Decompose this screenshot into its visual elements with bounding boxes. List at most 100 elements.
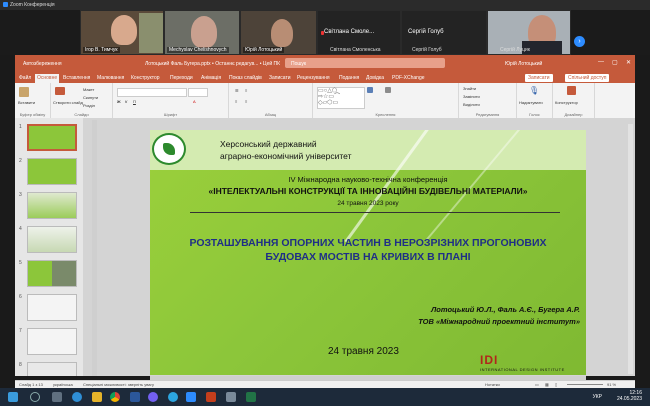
participant-strip-label: Сергій Голуб: [412, 47, 442, 53]
slide-thumbnail[interactable]: 7: [15, 326, 83, 356]
font-size-select[interactable]: [188, 88, 208, 97]
font-name-select[interactable]: [117, 88, 187, 97]
thumbnail-image: [27, 226, 77, 253]
background-shelf: [139, 13, 163, 53]
tab-home[interactable]: Основне: [35, 74, 60, 83]
microphone-icon[interactable]: 🎙: [529, 86, 539, 95]
tab-pdf-xchange[interactable]: PDF-XChange: [392, 75, 425, 81]
user-name[interactable]: Юрій Лотоцький: [505, 61, 542, 67]
tab-animations[interactable]: Анімація: [201, 75, 221, 81]
thumbnail-image: [27, 294, 77, 321]
slide-thumbnail[interactable]: 1: [15, 122, 83, 152]
participant-tile[interactable]: Mechyslav Chelishnovych: [164, 10, 240, 55]
tab-slideshow[interactable]: Показ слайдів: [229, 75, 262, 81]
chrome-icon[interactable]: [110, 392, 120, 402]
slide-thumbnail[interactable]: 8: [15, 360, 83, 376]
next-participants-button[interactable]: ›: [574, 36, 585, 47]
start-icon[interactable]: [8, 392, 18, 402]
group-label: Буфер обміну: [19, 112, 46, 117]
autosave-label[interactable]: Автозбереження: [23, 61, 62, 67]
excel-icon[interactable]: [246, 392, 256, 402]
new-slide-button[interactable]: [55, 87, 66, 95]
bold-button[interactable]: Ж: [117, 99, 121, 104]
participant-tile[interactable]: Ігор В. Тимчук: [80, 10, 164, 55]
slide-number: 2: [19, 158, 22, 164]
vertical-scrollbar[interactable]: [628, 124, 633, 374]
edge-icon[interactable]: [72, 392, 82, 402]
replace-button[interactable]: Замінити: [463, 94, 480, 99]
share-button[interactable]: Спільний доступ: [565, 74, 610, 82]
participant-strip-label: Світлана Смоленська: [330, 47, 381, 53]
record-button[interactable]: Записати: [525, 74, 553, 82]
viber-icon[interactable]: [148, 392, 158, 402]
minimize-button[interactable]: —: [598, 59, 604, 65]
settings-icon[interactable]: [226, 392, 236, 402]
zoom-logo-icon: [3, 2, 8, 8]
slide-thumbnail[interactable]: 5: [15, 258, 83, 288]
powerpoint-icon[interactable]: [206, 392, 216, 402]
arrange-button[interactable]: [367, 87, 374, 93]
conference-date: 24 травня 2023 року: [337, 200, 399, 207]
align-center-button[interactable]: ≡: [245, 99, 247, 104]
underline-button[interactable]: П: [133, 99, 136, 104]
tab-record[interactable]: Записати: [269, 75, 291, 81]
tab-transitions[interactable]: Переходи: [170, 75, 193, 81]
telegram-icon[interactable]: [168, 392, 178, 402]
task-view-icon[interactable]: [52, 392, 62, 402]
search-box[interactable]: Пошук: [285, 58, 445, 68]
slide-number: 3: [19, 192, 22, 198]
tab-review[interactable]: Рецензування: [297, 75, 330, 81]
participant-tile[interactable]: Юрій Лотоцький: [240, 10, 317, 55]
italic-button[interactable]: К: [125, 99, 127, 104]
slide-thumbnail[interactable]: 6: [15, 292, 83, 322]
slide-thumbnail[interactable]: 3: [15, 190, 83, 220]
shapes-gallery[interactable]: ▭○△⬠ ⇨☆▭⌒ ◇▱⬡▭: [317, 87, 365, 109]
tab-file[interactable]: Файл: [19, 75, 31, 81]
slide-thumbnail[interactable]: 4: [15, 224, 83, 254]
ribbon-group-clipboard: Вставити Буфер обміну: [15, 83, 51, 118]
group-label: Голос: [529, 112, 540, 117]
slide-thumbnails-pane: 1 2 3 4 5 6 7 8: [15, 118, 83, 376]
maximize-button[interactable]: ▢: [612, 59, 618, 66]
conference-title: «ІНТЕЛЕКТУАЛЬНІ КОНСТРУКЦІЇ ТА ІННОВАЦІЙ…: [208, 186, 528, 196]
zoom-icon[interactable]: [186, 392, 196, 402]
participant-video: [191, 16, 217, 48]
explorer-icon[interactable]: [92, 392, 102, 402]
tab-view[interactable]: Подання: [339, 75, 359, 81]
layout-button[interactable]: Макет: [83, 87, 94, 92]
font-color-button[interactable]: А: [193, 99, 196, 104]
ribbon-tabs: Файл Основне Вставлення Малювання Констр…: [15, 73, 635, 83]
group-label: Редагування: [475, 112, 500, 117]
align-left-button[interactable]: ≡: [235, 99, 237, 104]
group-label: Креслення: [375, 112, 396, 117]
slide-thumbnail[interactable]: 2: [15, 156, 83, 186]
zoom-window-title: Zoom Конференція: [0, 0, 650, 10]
thumbnail-image: [27, 124, 77, 151]
paste-button[interactable]: [19, 87, 30, 97]
select-button[interactable]: Виділити: [463, 102, 480, 107]
clock[interactable]: 12:16 24.05.2023: [617, 390, 642, 402]
document-title: Лотоцький Фаль Бугера.pptx • Останнє ред…: [145, 61, 281, 67]
find-button[interactable]: Знайти: [463, 86, 476, 91]
zoom-slider[interactable]: [567, 384, 603, 385]
current-slide[interactable]: Херсонський державний аграрно-економічни…: [150, 130, 586, 375]
quick-styles-button[interactable]: [385, 87, 392, 93]
search-icon[interactable]: [30, 392, 40, 402]
university-emblem-icon: [152, 133, 186, 165]
tab-design[interactable]: Конструктор: [131, 75, 160, 81]
section-button[interactable]: Розділ: [83, 103, 95, 108]
designer-icon[interactable]: [567, 86, 577, 95]
tab-draw[interactable]: Малювання: [97, 75, 124, 81]
authors: Лотоцький Ю.Л., Фаль А.Є., Бугера А.Р.: [431, 305, 580, 314]
input-language[interactable]: УКР: [593, 394, 602, 400]
reset-button[interactable]: Скинути: [83, 95, 98, 100]
participants-strip: Ігор В. Тимчук Mechyslav Chelishnovych Ю…: [0, 10, 650, 55]
participant-video: [111, 15, 137, 45]
close-button[interactable]: ✕: [626, 59, 631, 66]
bullets-button[interactable]: ☰: [235, 88, 239, 93]
numbering-button[interactable]: ≡: [245, 88, 247, 93]
tab-insert[interactable]: Вставлення: [63, 75, 90, 81]
designer-glyph-icon: [567, 86, 576, 95]
word-icon[interactable]: [130, 392, 140, 402]
tab-help[interactable]: Довідка: [366, 75, 384, 81]
